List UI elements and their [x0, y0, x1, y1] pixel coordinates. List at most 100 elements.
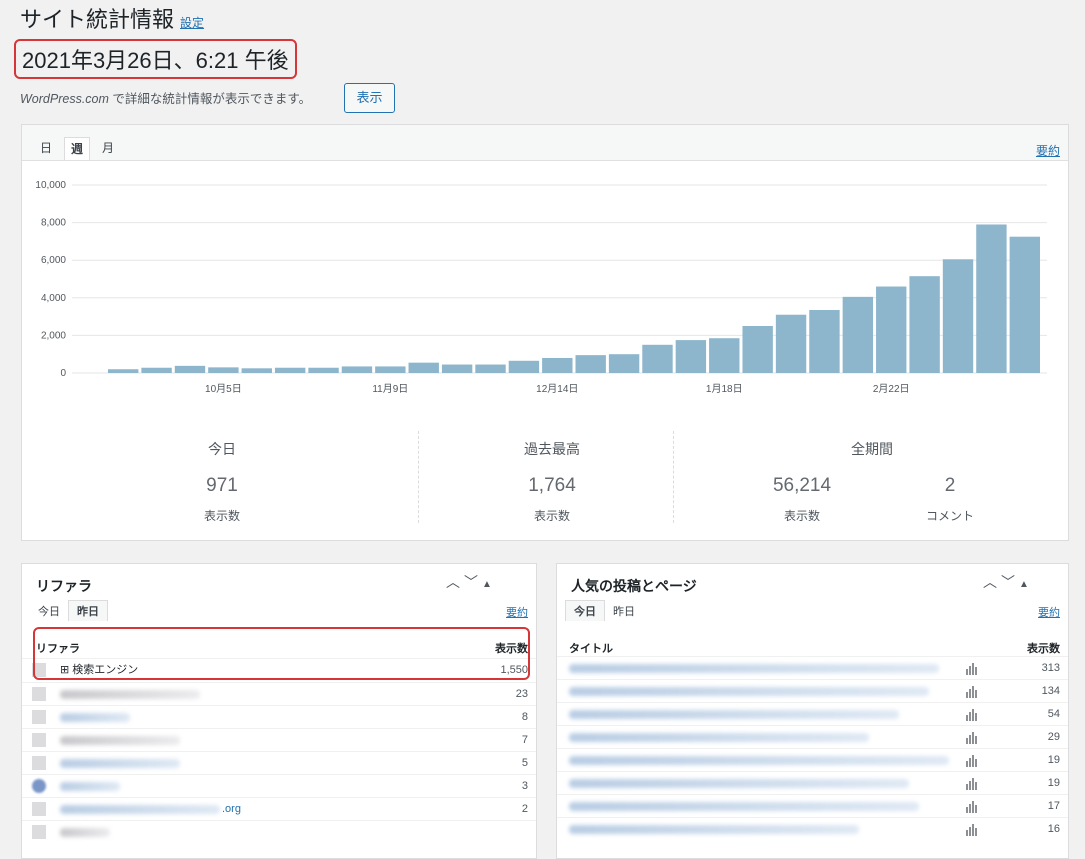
chart-bar[interactable]	[775, 314, 807, 373]
table-row[interactable]: 8	[22, 705, 536, 728]
blurred-referrer[interactable]	[60, 805, 220, 814]
chart-bar[interactable]	[876, 286, 907, 373]
stat-all-comments-value: 2	[944, 475, 956, 496]
tab-yesterday[interactable]: 昨日	[605, 601, 643, 621]
chart-bar[interactable]	[241, 368, 272, 373]
stats-bars-icon[interactable]	[965, 661, 979, 675]
chart-bar[interactable]	[174, 365, 206, 373]
summary-link[interactable]: 要約	[1036, 142, 1060, 159]
table-row[interactable]: 5	[22, 751, 536, 774]
chart-bar[interactable]	[575, 355, 606, 373]
table-row[interactable]: 3	[22, 774, 536, 797]
blurred-referrer[interactable]	[60, 713, 130, 722]
blurred-post-title[interactable]	[569, 733, 869, 742]
stats-bars-icon[interactable]	[965, 799, 979, 813]
table-row[interactable]: 313	[557, 656, 1068, 679]
tab-yesterday[interactable]: 昨日	[68, 600, 108, 621]
blurred-referrer[interactable]	[60, 782, 120, 791]
blurred-post-title[interactable]	[569, 687, 929, 696]
table-row[interactable]: 16	[557, 817, 1068, 840]
chart-bar[interactable]	[475, 364, 506, 373]
tab-month[interactable]: 月	[96, 137, 120, 160]
stats-bars-icon[interactable]	[965, 730, 979, 744]
x-tick-label: 1月18日	[706, 383, 743, 395]
chart-bar[interactable]	[108, 369, 139, 373]
collapse-icon[interactable]: ▲	[1019, 579, 1033, 590]
chart-bar[interactable]	[675, 340, 707, 373]
tab-day[interactable]: 日	[34, 137, 58, 160]
stats-bars-icon[interactable]	[965, 822, 979, 836]
table-row[interactable]: 7	[22, 728, 536, 751]
referrer-tld[interactable]: .org	[222, 798, 241, 820]
chevron-up-icon[interactable]: ︿	[983, 574, 1001, 590]
stats-panel: 日 週 月 要約 0 2,000 4,000 6,000 8,000 10,000 10月5…	[21, 124, 1069, 541]
table-row[interactable]: 29	[557, 725, 1068, 748]
stats-bars-icon[interactable]	[965, 753, 979, 767]
table-row[interactable]: 23	[22, 682, 536, 705]
chart-bar[interactable]	[508, 360, 540, 373]
table-row[interactable]: 19	[557, 771, 1068, 794]
y-tick-label: 2,000	[41, 330, 66, 341]
table-row[interactable]: 54	[557, 702, 1068, 725]
chart-bar[interactable]	[274, 367, 306, 373]
stat-best-label: 表示数	[533, 509, 570, 523]
stat-today-label: 表示数	[203, 509, 240, 523]
blurred-post-title[interactable]	[569, 802, 919, 811]
referrers-summary-link[interactable]: 要約	[506, 604, 528, 620]
referrers-panel: リファラ ︿﹀▲ 今日 昨日 要約 リファラ 表示数 ⊞ 検索エンジン 1,550…	[21, 563, 537, 859]
blurred-post-title[interactable]	[569, 710, 899, 719]
stats-bars-icon[interactable]	[965, 776, 979, 790]
chart-bar[interactable]	[308, 367, 339, 373]
show-button[interactable]: 表示	[344, 83, 395, 113]
col-title: タイトル	[569, 643, 613, 655]
tab-today[interactable]: 今日	[565, 600, 605, 621]
stat-best: 過去最高 1,764 表示数	[482, 439, 622, 524]
blurred-post-title[interactable]	[569, 664, 939, 673]
stats-bars-icon[interactable]	[965, 707, 979, 721]
blurred-post-title[interactable]	[569, 756, 949, 765]
chart-bar[interactable]	[976, 224, 1007, 373]
table-row[interactable]: .org 2	[22, 797, 536, 820]
views-count: 29	[1047, 731, 1060, 743]
chart-bar[interactable]	[408, 362, 439, 373]
chart-bar[interactable]	[642, 344, 673, 373]
chart-bar[interactable]	[942, 259, 974, 373]
chart-bar[interactable]	[341, 366, 373, 373]
stats-bars-icon[interactable]	[965, 684, 979, 698]
chevron-down-icon[interactable]: ﹀	[1001, 574, 1019, 590]
table-row[interactable]: 17	[557, 794, 1068, 817]
blurred-referrer	[60, 828, 110, 837]
chart-bar[interactable]	[141, 367, 172, 373]
collapse-icon[interactable]: ▲	[482, 579, 496, 590]
stat-best-value: 1,764	[528, 475, 576, 496]
tab-week[interactable]: 週	[64, 137, 91, 160]
chevron-up-icon[interactable]: ︿	[446, 574, 464, 590]
x-tick-label: 2月22日	[873, 383, 910, 395]
chart-bar[interactable]	[742, 326, 773, 373]
table-row[interactable]: 134	[557, 679, 1068, 702]
table-row[interactable]: 19	[557, 748, 1068, 771]
chart-bar[interactable]	[608, 354, 640, 373]
blurred-post-title[interactable]	[569, 779, 909, 788]
settings-link[interactable]: 設定	[180, 16, 204, 30]
chart-bar[interactable]	[208, 367, 239, 373]
chart-bar[interactable]	[441, 364, 473, 373]
chart-bar[interactable]	[809, 310, 840, 373]
favicon	[32, 825, 46, 839]
blurred-referrer[interactable]	[60, 759, 180, 768]
chevron-down-icon[interactable]: ﹀	[464, 574, 482, 590]
chart-bar[interactable]	[709, 338, 740, 373]
panel-controls[interactable]: ︿﹀▲	[446, 572, 496, 592]
chart-bar[interactable]	[542, 357, 573, 373]
table-row[interactable]	[22, 820, 536, 843]
panel-controls[interactable]: ︿﹀▲	[983, 572, 1033, 592]
stat-all-views-value: 56,214	[772, 475, 832, 496]
chart-bar[interactable]	[1009, 236, 1040, 373]
referrers-tabs: 今日 昨日	[30, 600, 108, 622]
blurred-post-title[interactable]	[569, 825, 859, 834]
chart-bar[interactable]	[375, 366, 406, 373]
chart-bar[interactable]	[842, 296, 874, 373]
tab-today[interactable]: 今日	[30, 601, 68, 621]
chart-bar[interactable]	[909, 276, 940, 373]
popular-summary-link[interactable]: 要約	[1038, 604, 1060, 620]
